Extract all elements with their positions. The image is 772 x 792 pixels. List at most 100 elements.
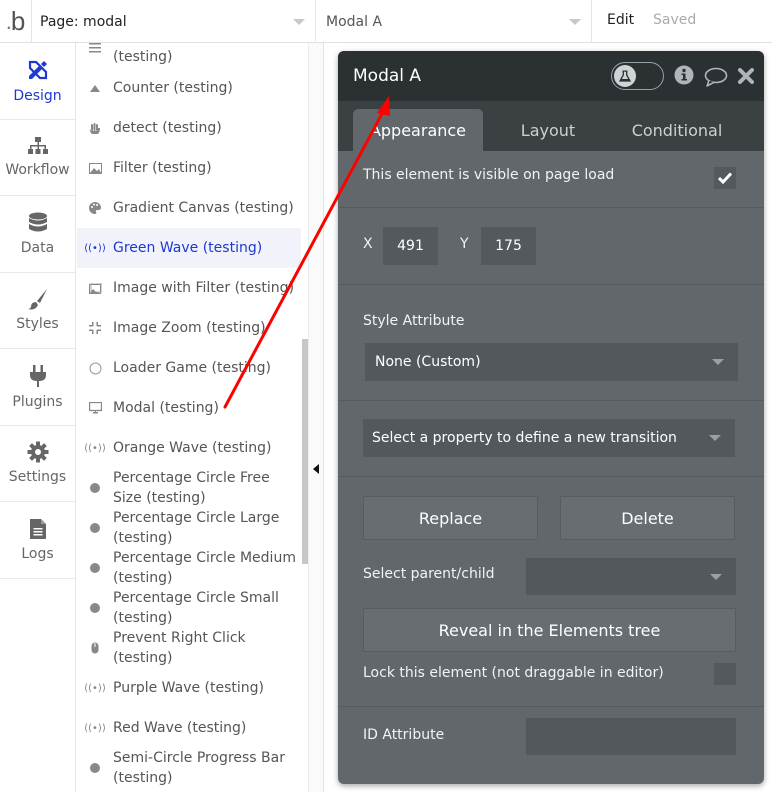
id-attribute-label: ID Attribute [363, 727, 445, 743]
list-item[interactable]: ((•)) Orange Wave (testing) [77, 432, 301, 464]
palette-icon [77, 202, 113, 214]
lock-checkbox[interactable] [714, 663, 736, 685]
document-icon [29, 518, 46, 539]
list-item[interactable]: (testing) [77, 43, 301, 67]
brush-icon [27, 289, 47, 310]
list-item[interactable]: Prevent Right Click (testing) [77, 627, 301, 669]
actions-section: Replace Delete Select parent/child Revea… [338, 477, 764, 665]
nav-data[interactable]: Data [0, 196, 75, 273]
hand-icon [77, 122, 113, 135]
bubble-logo[interactable]: .b [0, 0, 32, 43]
close-icon[interactable] [738, 68, 754, 84]
nav-settings[interactable]: Settings [0, 426, 75, 502]
nav-logs-label: Logs [21, 545, 54, 562]
nav-styles-label: Styles [16, 316, 59, 333]
page-selector[interactable]: Page: modal [32, 0, 316, 43]
y-input[interactable]: 175 [481, 227, 536, 265]
list-item[interactable]: Modal (testing) [77, 392, 301, 424]
list-item[interactable]: Percentage Circle Medium (testing) [77, 547, 301, 589]
property-editor-header[interactable]: Modal A [338, 51, 764, 101]
nav-plugins-label: Plugins [12, 393, 63, 410]
triangle-icon [77, 84, 113, 92]
circle-icon [77, 602, 113, 614]
visible-on-load-label: This element is visible on page load [363, 167, 615, 183]
nav-plugins[interactable]: Plugins [0, 349, 75, 426]
flask-icon [614, 65, 636, 87]
x-input[interactable]: 491 [383, 227, 438, 265]
transition-section: Select a property to define a new transi… [338, 401, 764, 477]
panel-divider[interactable] [308, 43, 324, 792]
replace-button[interactable]: Replace [363, 496, 538, 540]
list-item[interactable]: Percentage Circle Large (testing) [77, 507, 301, 549]
lock-label: Lock this element (not draggable in edit… [363, 665, 664, 681]
list-item[interactable]: detect (testing) [77, 112, 301, 144]
list-item[interactable]: Image with Filter (testing) [77, 272, 301, 304]
list-item[interactable]: Loader Game (testing) [77, 352, 301, 384]
list-item[interactable]: ((•)) Red Wave (testing) [77, 712, 301, 744]
visibility-section: This element is visible on page load [338, 151, 764, 208]
collapse-panel-icon[interactable] [313, 464, 319, 474]
id-attribute-section: ID Attribute [338, 707, 764, 784]
element-selector-label: Modal A [326, 13, 383, 30]
position-section: X 491 Y 175 [338, 208, 764, 285]
element-selector[interactable]: Modal A [316, 0, 592, 43]
id-attribute-input[interactable] [526, 718, 736, 755]
style-attribute-dropdown[interactable]: None (Custom) [365, 343, 738, 381]
circle-icon [77, 522, 113, 534]
plug-icon [29, 364, 46, 387]
comment-icon[interactable] [704, 67, 728, 87]
visible-on-load-checkbox[interactable] [714, 167, 736, 189]
style-attribute-label: Style Attribute [363, 313, 465, 329]
lock-section: Lock this element (not draggable in edit… [338, 663, 764, 707]
list-item-selected[interactable]: ((•)) Green Wave (testing) [77, 228, 301, 268]
circle-icon [77, 562, 113, 574]
list-item[interactable]: Counter (testing) [77, 72, 301, 104]
left-nav: Design Workflow Data Styles Plugins Sett… [0, 43, 76, 792]
menu-icon [77, 43, 113, 53]
nav-workflow-label: Workflow [5, 162, 70, 179]
page-selector-label: Page: modal [40, 13, 127, 30]
nav-design[interactable]: Design [0, 43, 75, 120]
chevron-down-icon [293, 19, 305, 25]
parent-child-dropdown[interactable] [526, 558, 736, 595]
broadcast-icon: ((•)) [84, 722, 106, 734]
y-label: Y [460, 236, 469, 252]
list-item[interactable]: Percentage Circle Free Size (testing) [77, 467, 301, 509]
test-mode-toggle[interactable] [611, 62, 664, 90]
property-editor: Modal A Appearance Layout Conditional Th… [338, 51, 764, 784]
delete-button[interactable]: Delete [560, 496, 735, 540]
list-item[interactable]: Semi-Circle Progress Bar (testing) [77, 747, 301, 789]
info-icon[interactable] [674, 65, 694, 85]
nav-workflow[interactable]: Workflow [0, 120, 75, 196]
save-status: Saved [653, 12, 697, 28]
transition-property-dropdown[interactable]: Select a property to define a new transi… [363, 419, 735, 457]
chevron-down-icon [569, 19, 581, 25]
tab-appearance[interactable]: Appearance [353, 109, 483, 151]
tab-layout[interactable]: Layout [488, 109, 608, 151]
list-item[interactable]: ((•)) Purple Wave (testing) [77, 672, 301, 704]
broadcast-icon: ((•)) [84, 242, 106, 254]
edit-menu[interactable]: Edit [607, 12, 634, 28]
chevron-down-icon [710, 574, 722, 580]
circle-icon [77, 762, 113, 774]
nav-settings-label: Settings [8, 469, 67, 486]
chevron-down-icon [712, 359, 724, 365]
parent-child-label: Select parent/child [363, 566, 495, 582]
checkmark-icon [718, 172, 732, 184]
reveal-in-tree-button[interactable]: Reveal in the Elements tree [363, 608, 736, 652]
nav-styles[interactable]: Styles [0, 273, 75, 349]
mouse-icon [77, 642, 113, 654]
list-item[interactable]: Gradient Canvas (testing) [77, 192, 301, 224]
circle-icon [77, 482, 113, 494]
list-item[interactable]: Percentage Circle Small (testing) [77, 587, 301, 629]
list-item[interactable]: Filter (testing) [77, 152, 301, 184]
nav-logs[interactable]: Logs [0, 502, 75, 579]
nav-design-label: Design [13, 87, 62, 104]
gear-icon [27, 441, 48, 463]
property-editor-title: Modal A [353, 66, 422, 86]
style-section: Style Attribute None (Custom) [338, 285, 764, 401]
property-tabs: Appearance Layout Conditional [338, 101, 764, 151]
tab-conditional[interactable]: Conditional [614, 109, 740, 151]
top-bar: .b Page: modal Modal A Edit Saved [0, 0, 772, 43]
list-item[interactable]: Image Zoom (testing) [77, 312, 301, 344]
